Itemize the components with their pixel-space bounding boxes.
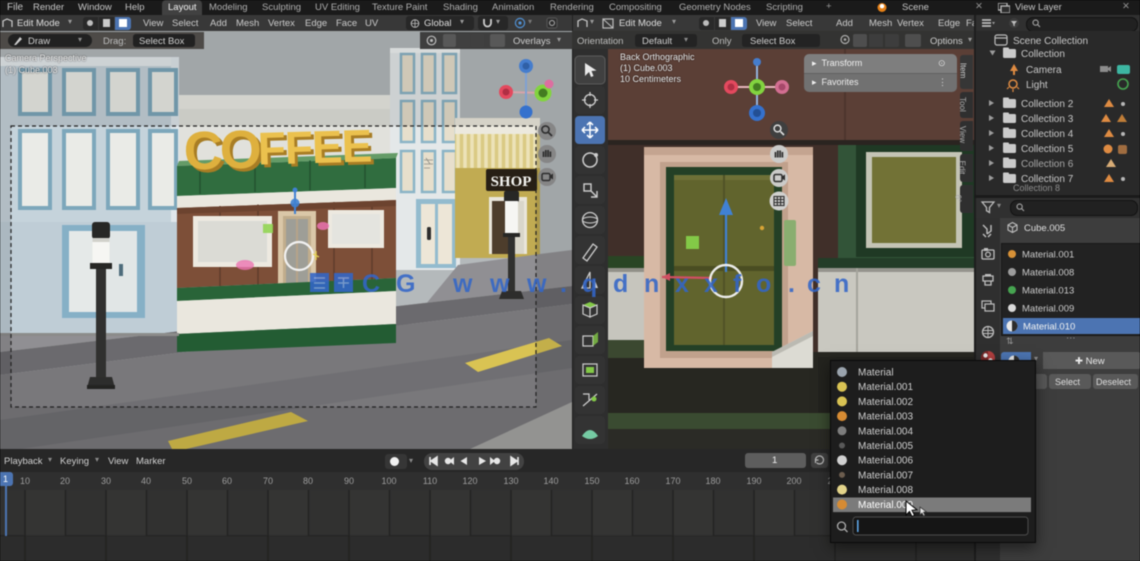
svg-text:x: x <box>704 270 718 297</box>
svg-text:Material.001: Material.001 <box>858 382 913 393</box>
svg-text:Collection 4: Collection 4 <box>1021 129 1074 140</box>
svg-text:Material.001: Material.001 <box>1022 250 1074 261</box>
svg-text:Material.009: Material.009 <box>1022 304 1074 315</box>
svg-text:100: 100 <box>381 476 396 486</box>
svg-text:Material: Material <box>858 368 894 379</box>
svg-text:50: 50 <box>182 476 192 486</box>
svg-text:170: 170 <box>665 476 680 486</box>
svg-text:160: 160 <box>624 476 639 486</box>
svg-text:d: d <box>613 270 628 297</box>
svg-text:Collection 5: Collection 5 <box>1021 144 1074 155</box>
svg-text:n: n <box>834 270 849 297</box>
svg-text:Collection 6: Collection 6 <box>1021 159 1074 170</box>
svg-text:Material.010: Material.010 <box>1023 322 1075 333</box>
svg-text:o: o <box>756 270 771 297</box>
svg-text:Material.003: Material.003 <box>858 412 913 423</box>
svg-text:150: 150 <box>584 476 599 486</box>
svg-text:.: . <box>560 270 567 297</box>
svg-text:c: c <box>807 270 821 297</box>
svg-text:30: 30 <box>101 476 111 486</box>
svg-text:G: G <box>396 270 415 297</box>
svg-text:40: 40 <box>141 476 151 486</box>
svg-text:Material.004: Material.004 <box>858 426 913 437</box>
svg-text:110: 110 <box>423 476 437 486</box>
svg-text:q: q <box>582 270 597 297</box>
svg-text:120: 120 <box>462 476 477 486</box>
svg-text:70: 70 <box>263 476 273 486</box>
svg-text:Material.008: Material.008 <box>858 485 913 496</box>
svg-text:w: w <box>452 270 473 297</box>
svg-text:90: 90 <box>344 476 354 486</box>
svg-text:x: x <box>675 270 689 297</box>
svg-text:SHOP: SHOP <box>491 174 532 190</box>
svg-text:Camera: Camera <box>1026 65 1062 76</box>
svg-text:CO: CO <box>183 120 261 182</box>
svg-text:20: 20 <box>60 476 70 486</box>
svg-text:w: w <box>489 270 510 297</box>
svg-text:Collection 2: Collection 2 <box>1021 99 1074 110</box>
svg-text:Material.008: Material.008 <box>1022 268 1074 279</box>
svg-text:Material.013: Material.013 <box>1022 286 1074 297</box>
svg-text:Material.006: Material.006 <box>858 456 913 467</box>
svg-text:10: 10 <box>20 476 30 486</box>
svg-text:Material.002: Material.002 <box>858 397 913 408</box>
svg-text:.: . <box>788 270 795 297</box>
svg-text:f: f <box>733 270 742 297</box>
svg-text:Collection: Collection <box>1021 49 1065 60</box>
svg-text:140: 140 <box>543 476 558 486</box>
svg-text:C: C <box>362 270 380 297</box>
svg-text:180: 180 <box>705 476 720 486</box>
svg-text:Collection 8: Collection 8 <box>1013 183 1060 193</box>
svg-text:FFEE: FFEE <box>257 119 372 174</box>
svg-text:Scene Collection: Scene Collection <box>1013 36 1088 47</box>
svg-text:200: 200 <box>786 476 801 486</box>
svg-text:Material.009: Material.009 <box>858 500 913 511</box>
svg-text:w: w <box>526 270 547 297</box>
svg-text:60: 60 <box>222 476 232 486</box>
svg-text:Collection 3: Collection 3 <box>1021 114 1074 125</box>
svg-text:Light: Light <box>1026 80 1048 91</box>
svg-text:190: 190 <box>746 476 761 486</box>
svg-text:80: 80 <box>303 476 313 486</box>
svg-text:n: n <box>644 270 659 297</box>
svg-text:Material.007: Material.007 <box>858 470 913 481</box>
svg-text:Material.005: Material.005 <box>858 441 913 452</box>
svg-text:130: 130 <box>503 476 518 486</box>
